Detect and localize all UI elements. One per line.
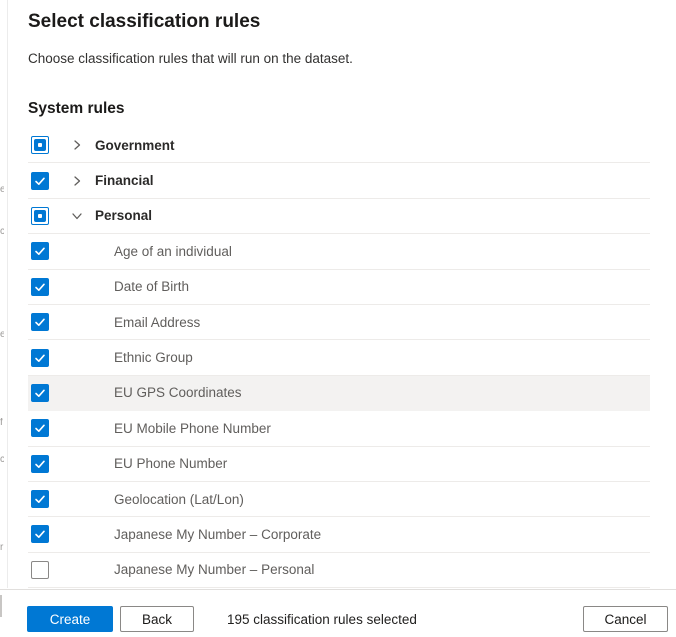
tree-row[interactable]: Age of an individual (28, 234, 650, 269)
background-page-edge (0, 595, 2, 617)
back-button[interactable]: Back (120, 606, 194, 632)
background-page-sliver: e c e f c r (0, 0, 8, 588)
tree-row[interactable]: Date of Birth (28, 270, 650, 305)
chevron-right-icon[interactable] (70, 174, 84, 188)
tree-row-label: Age of an individual (114, 244, 232, 259)
checkbox-checked[interactable] (31, 349, 49, 367)
tree-row[interactable]: EU Phone Number (28, 447, 650, 482)
chevron-right-icon[interactable] (70, 138, 84, 152)
tree-row[interactable]: Government (28, 128, 650, 163)
tree-row[interactable]: EU GPS Coordinates (28, 376, 650, 411)
cancel-button[interactable]: Cancel (583, 606, 668, 632)
checkbox-checked[interactable] (31, 242, 49, 260)
checkbox-checked[interactable] (31, 313, 49, 331)
tree-row[interactable]: Ethnic Group (28, 340, 650, 375)
tree-row[interactable]: EU Mobile Phone Number (28, 411, 650, 446)
tree-row-label: Government (95, 138, 175, 153)
checkbox-checked[interactable] (31, 278, 49, 296)
footer-bar: Create Back 195 classification rules sel… (0, 589, 676, 637)
checkbox-checked[interactable] (31, 384, 49, 402)
checkbox-checked[interactable] (31, 455, 49, 473)
page-subtitle: Choose classification rules that will ru… (28, 50, 650, 68)
tree-row[interactable]: Financial (28, 163, 650, 198)
tree-row[interactable]: Japanese My Number – Personal (28, 553, 650, 588)
tree-row-label: EU Mobile Phone Number (114, 421, 271, 436)
checkbox-checked[interactable] (31, 172, 49, 190)
tree-row-label: Date of Birth (114, 279, 189, 294)
checkbox-indeterminate[interactable] (31, 207, 49, 225)
tree-row-label: Japanese My Number – Corporate (114, 527, 321, 542)
tree-row[interactable]: Geolocation (Lat/Lon) (28, 482, 650, 517)
select-classification-rules-panel: Select classification rules Choose class… (28, 0, 650, 588)
chevron-down-icon[interactable] (70, 209, 84, 223)
checkbox-checked[interactable] (31, 525, 49, 543)
checkbox-checked[interactable] (31, 419, 49, 437)
tree-row-label: Personal (95, 208, 152, 223)
tree-row-label: Geolocation (Lat/Lon) (114, 492, 244, 507)
page-title: Select classification rules (28, 0, 650, 34)
tree-row[interactable]: Japanese My Number – Corporate (28, 517, 650, 552)
section-title-system-rules: System rules (28, 99, 650, 119)
tree-row-label: Ethnic Group (114, 350, 193, 365)
tree-row-label: EU Phone Number (114, 456, 227, 471)
tree-row-label: Financial (95, 173, 154, 188)
tree-row[interactable]: Email Address (28, 305, 650, 340)
checkbox-indeterminate[interactable] (31, 136, 49, 154)
tree-row-label: Email Address (114, 315, 200, 330)
create-button[interactable]: Create (27, 606, 113, 632)
checkbox-checked[interactable] (31, 490, 49, 508)
selection-count-status: 195 classification rules selected (227, 612, 417, 632)
tree-row-label: Japanese My Number – Personal (114, 562, 314, 577)
checkbox-unchecked[interactable] (31, 561, 49, 579)
classification-rules-tree: Government Financial Personal (28, 128, 650, 588)
tree-row-label: EU GPS Coordinates (114, 385, 242, 400)
tree-row[interactable]: Personal (28, 199, 650, 234)
